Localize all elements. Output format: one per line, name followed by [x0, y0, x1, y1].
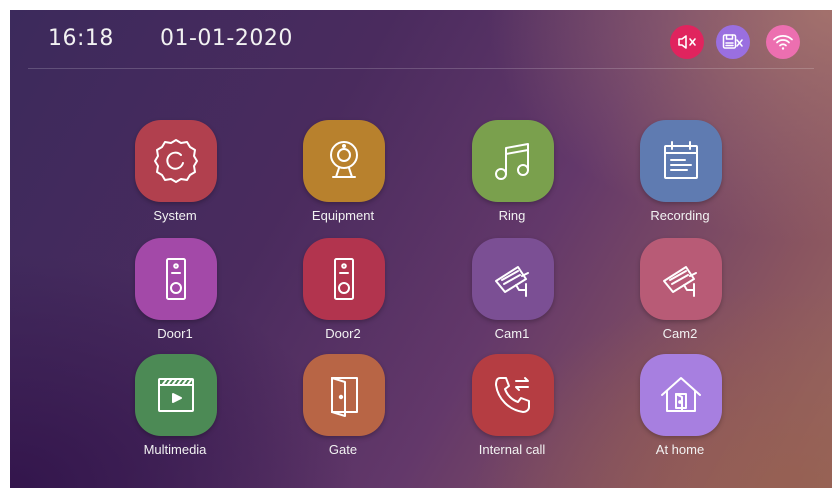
sd-card-status-button[interactable]: [716, 25, 750, 59]
tile-door2-icon-bg: [303, 238, 385, 320]
wifi-status-button[interactable]: [766, 25, 800, 59]
tile-equipment-icon-bg: [303, 120, 385, 202]
tile-door2[interactable]: Door2: [283, 238, 403, 356]
tile-internal-call[interactable]: Internal call: [452, 354, 572, 472]
video-player-icon: [158, 378, 194, 412]
home-icon: [661, 377, 701, 412]
tile-door1-icon-bg: [135, 238, 217, 320]
door-icon: [331, 377, 358, 417]
tile-door1[interactable]: Door1: [115, 238, 235, 356]
tile-internal-call-icon-bg: [472, 354, 554, 436]
tile-ring-icon-bg: [472, 120, 554, 202]
status-bar: 16:18 01-01-2020: [10, 10, 832, 68]
tile-label: Gate: [328, 442, 358, 457]
sd-card-missing-icon: [722, 34, 743, 49]
mute-icon: [678, 35, 696, 49]
tile-label: Ring: [498, 208, 526, 223]
tile-cam2-icon-bg: [640, 238, 722, 320]
tile-cam2[interactable]: Cam2: [620, 238, 740, 356]
tile-label: Equipment: [311, 208, 375, 223]
tile-label: At home: [655, 442, 705, 457]
clock-time: 16:18: [48, 26, 114, 51]
tile-label: Door2: [325, 326, 361, 341]
tile-label: Internal call: [478, 442, 546, 457]
gear-icon: [154, 139, 198, 183]
tile-system-icon-bg: [135, 120, 217, 202]
header-divider: [28, 68, 814, 69]
tile-cam1-icon-bg: [472, 238, 554, 320]
calendar-icon: [664, 141, 698, 179]
cctv-icon: [495, 266, 529, 297]
clock-date: 01-01-2020: [160, 26, 293, 51]
tile-at-home[interactable]: At home: [620, 354, 740, 472]
tile-multimedia[interactable]: Multimedia: [115, 354, 235, 472]
tile-label: Recording: [650, 208, 710, 223]
tile-equipment[interactable]: Equipment: [283, 120, 403, 238]
tile-label: Multimedia: [143, 442, 207, 457]
music-note-icon: [495, 143, 529, 180]
cctv-icon: [663, 266, 697, 297]
wifi-icon: [773, 35, 793, 50]
tile-system[interactable]: System: [115, 120, 235, 238]
tile-cam1[interactable]: Cam1: [452, 238, 572, 356]
tile-recording[interactable]: Recording: [620, 120, 740, 238]
tile-multimedia-icon-bg: [135, 354, 217, 436]
tile-label: System: [153, 208, 197, 223]
home-screen: 16:18 01-01-2020 System Equipment Ring R…: [10, 10, 832, 488]
doorbell-icon: [334, 258, 354, 300]
doorbell-icon: [166, 258, 186, 300]
tile-label: Cam1: [494, 326, 530, 341]
mute-status-button[interactable]: [670, 25, 704, 59]
tile-at-home-icon-bg: [640, 354, 722, 436]
camera-icon: [330, 141, 358, 178]
tile-label: Cam2: [662, 326, 698, 341]
tile-ring[interactable]: Ring: [452, 120, 572, 238]
phone-call-icon: [495, 377, 530, 413]
tile-gate-icon-bg: [303, 354, 385, 436]
tile-label: Door1: [157, 326, 193, 341]
tile-gate[interactable]: Gate: [283, 354, 403, 472]
tile-recording-icon-bg: [640, 120, 722, 202]
